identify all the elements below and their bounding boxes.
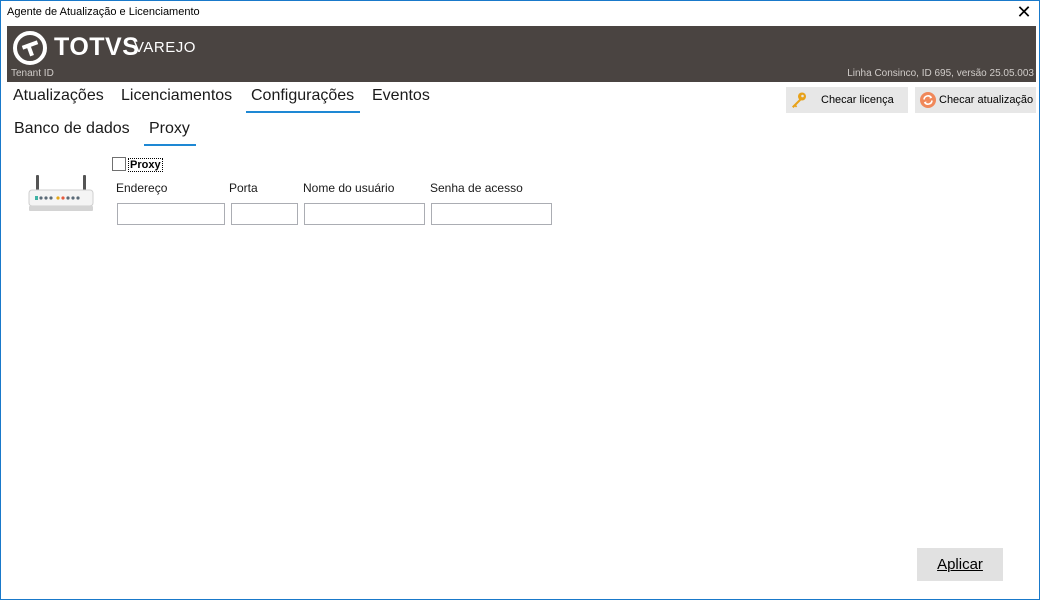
refresh-icon xyxy=(920,92,936,108)
version-info: Linha Consinco, ID 695, versão 25.05.003 xyxy=(847,68,1034,79)
check-license-label: Checar licença xyxy=(821,94,894,106)
tab-atualizacoes[interactable]: Atualizações xyxy=(13,87,104,105)
tab-eventos[interactable]: Eventos xyxy=(372,87,430,105)
address-label: Endereço xyxy=(116,181,168,195)
brand-name: TOTVS xyxy=(54,33,140,61)
close-icon[interactable]: ✕ xyxy=(1009,1,1039,23)
window-title: Agente de Atualização e Licenciamento xyxy=(7,6,200,18)
username-label: Nome do usuário xyxy=(303,181,395,195)
tab-proxy[interactable]: Proxy xyxy=(144,120,196,146)
check-update-label: Checar atualização xyxy=(939,94,1034,106)
password-label: Senha de acesso xyxy=(430,181,523,195)
app-window: Agente de Atualização e Licenciamento ✕ … xyxy=(0,0,1040,600)
check-update-button[interactable]: Checar atualização xyxy=(915,87,1036,113)
proxy-checkbox[interactable] xyxy=(112,157,126,171)
title-bar: Agente de Atualização e Licenciamento ✕ xyxy=(1,1,1039,25)
tab-banco-de-dados[interactable]: Banco de dados xyxy=(14,120,130,138)
product-name: VAREJO xyxy=(134,39,196,56)
port-input[interactable] xyxy=(231,203,298,225)
check-license-button[interactable]: Checar licença xyxy=(786,87,908,113)
router-icon xyxy=(28,175,94,211)
tab-configuracoes[interactable]: Configurações xyxy=(245,87,361,113)
proxy-checkbox-label[interactable]: Proxy xyxy=(128,158,163,172)
apply-button[interactable]: Aplicar xyxy=(917,548,1003,581)
apply-button-label: Aplicar xyxy=(937,556,983,573)
username-input[interactable] xyxy=(304,203,425,225)
brand-banner: TOTVS VAREJO Tenant ID Linha Consinco, I… xyxy=(7,26,1036,82)
password-input[interactable] xyxy=(431,203,552,225)
key-icon xyxy=(792,92,806,108)
totvs-logo-icon xyxy=(13,31,47,65)
tenant-label: Tenant ID xyxy=(11,68,54,79)
address-input[interactable] xyxy=(117,203,225,225)
tab-licenciamentos[interactable]: Licenciamentos xyxy=(121,87,232,105)
port-label: Porta xyxy=(229,181,258,195)
